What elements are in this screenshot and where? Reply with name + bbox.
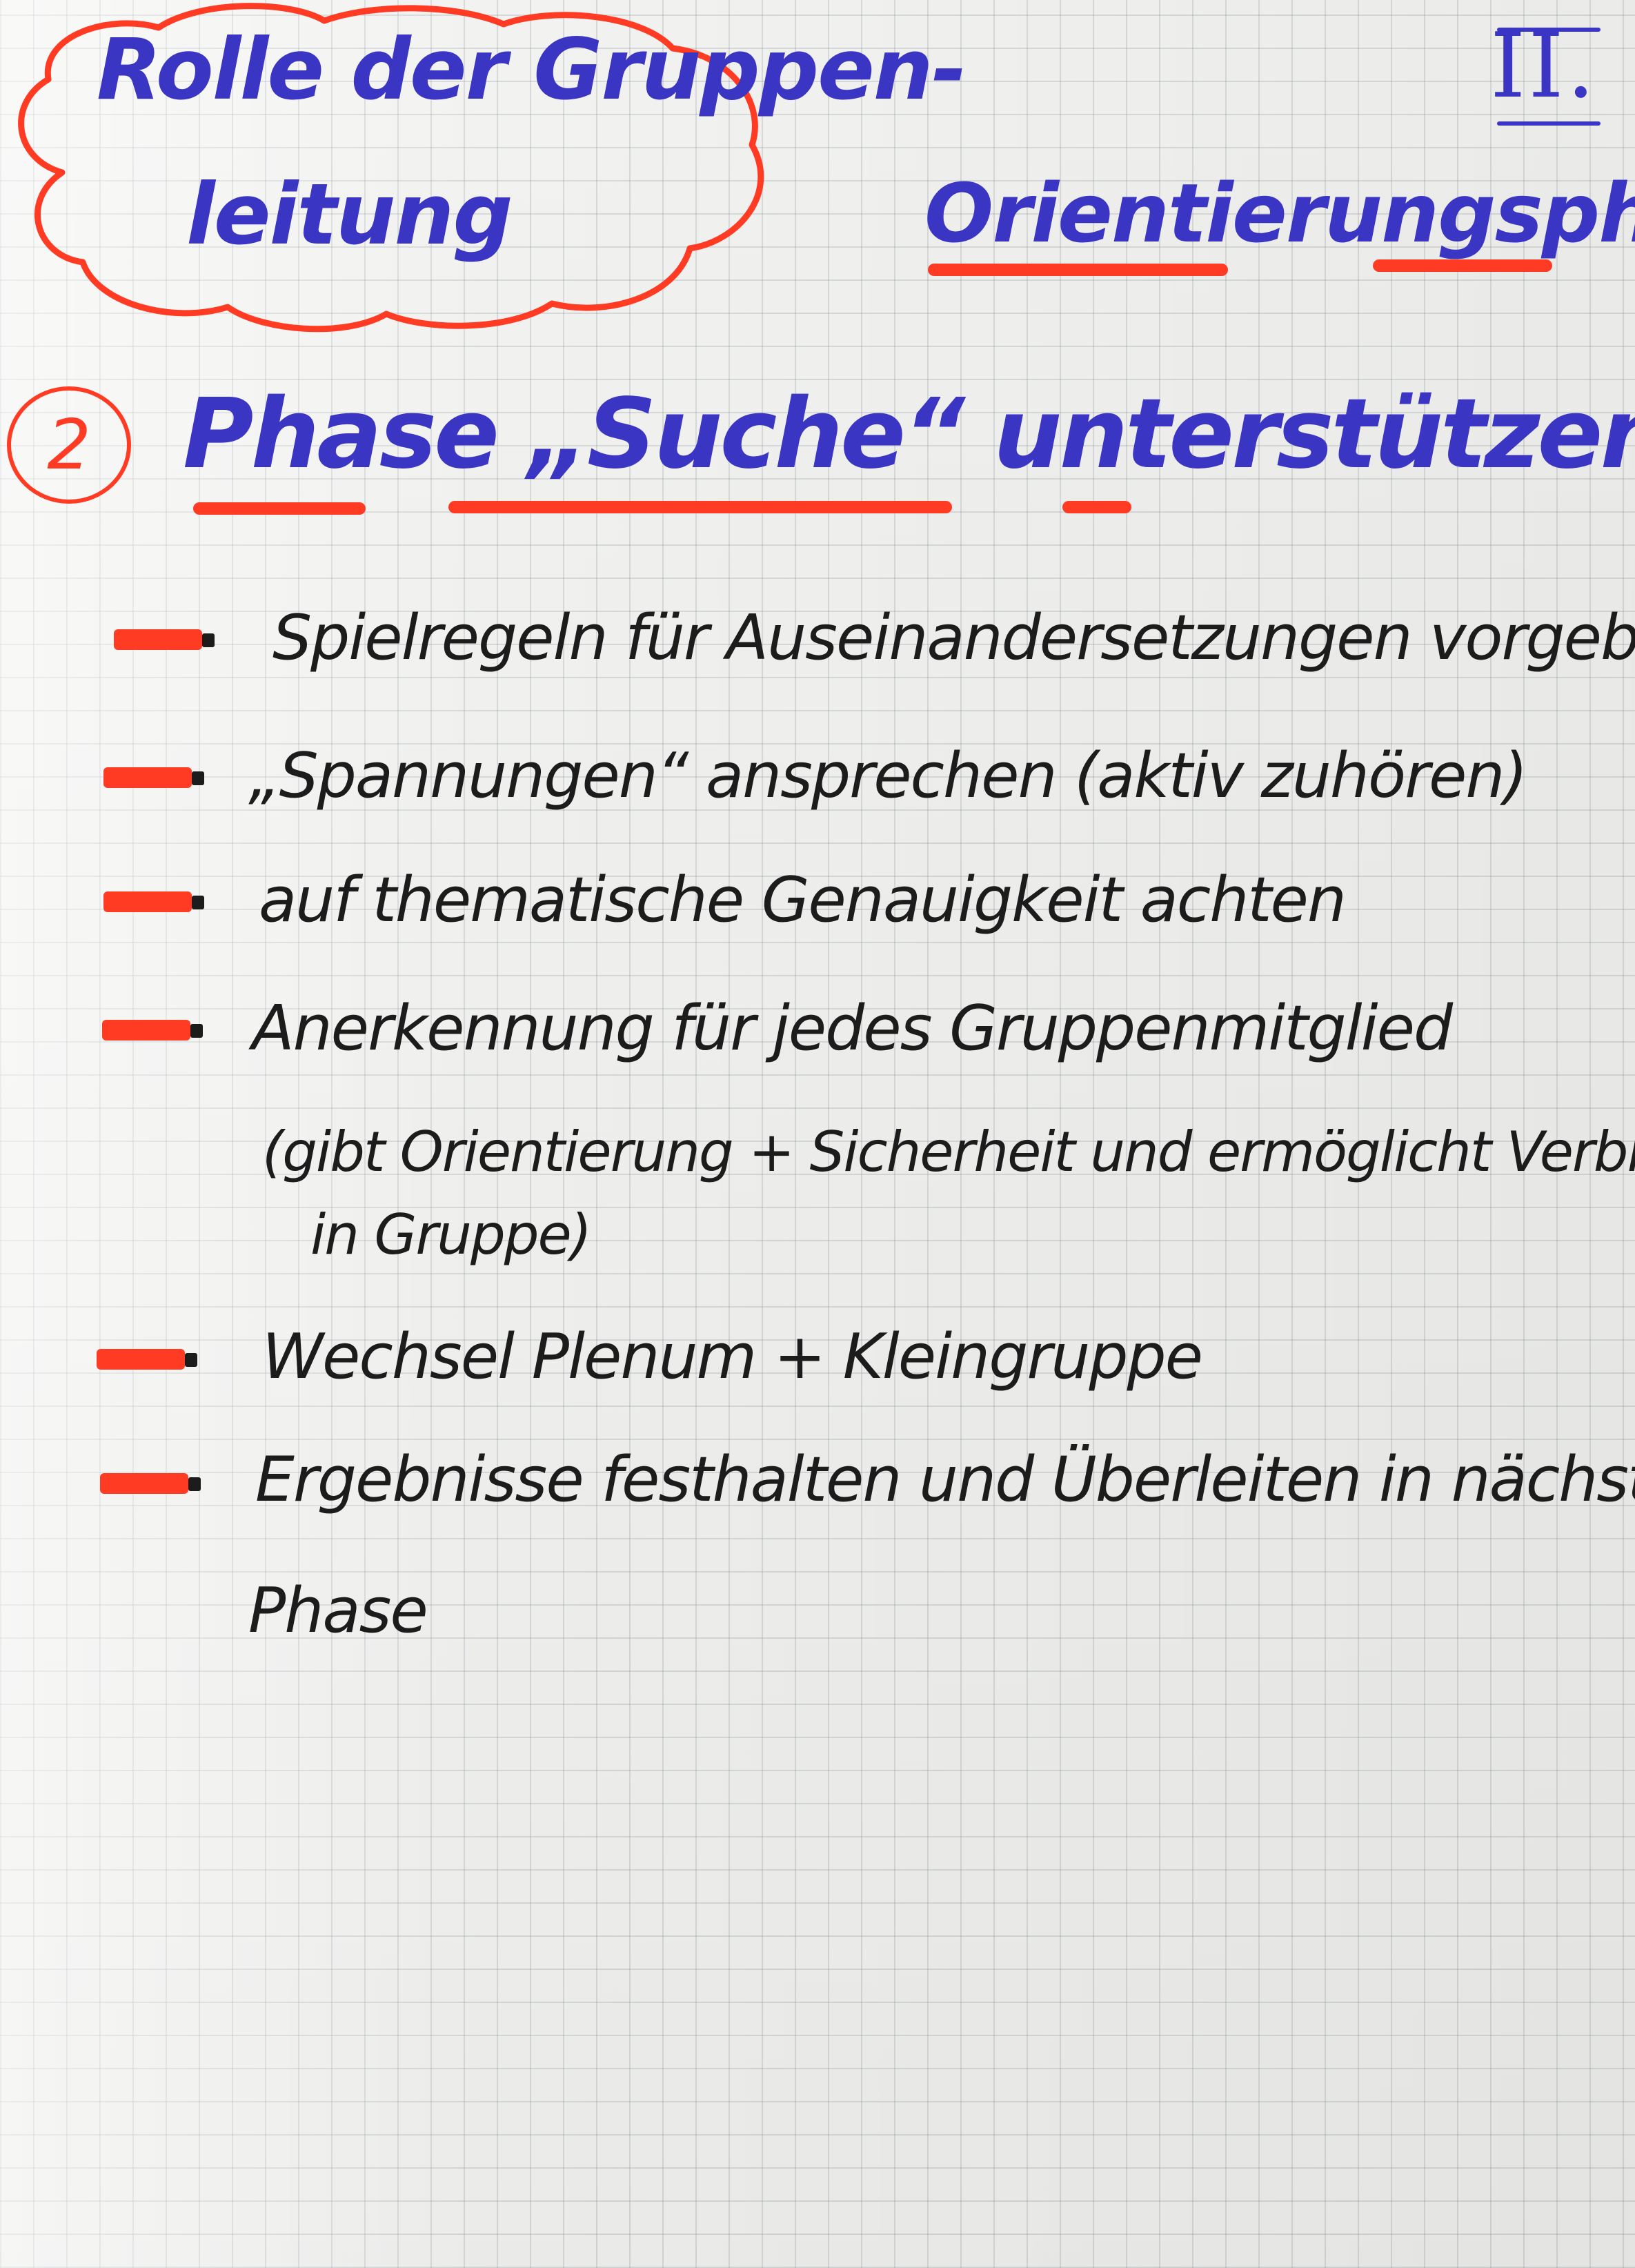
phase-name-underline-1 [928,264,1228,276]
roman-numeral-bottom-bar [1497,121,1601,126]
cloud-title-line2: leitung [186,166,513,264]
flipchart-sheet: Rolle der Gruppen- leitung II. Orientier… [0,0,1635,2268]
roman-numeral: II. [1490,13,1598,118]
list-item-1: Spielregeln für Auseinandersetzungen vor… [272,602,1635,674]
bullet-marker-2 [103,767,204,788]
section-heading: Phase „Suche“ unterstützen [183,378,1635,491]
bullet-marker-4 [102,1020,203,1041]
cloud-title-line1: Rolle der Gruppen- [97,21,967,119]
heading-underline-1 [193,502,366,515]
bullet-marker-1 [114,629,215,650]
phase-name-underline-2 [1373,259,1552,272]
heading-underline-2 [448,501,952,513]
list-item-4: Anerkennung für jedes Gruppenmitglied [252,992,1453,1065]
list-item-4-note-line2: in Gruppe) [310,1203,592,1267]
bullet-marker-5 [97,1349,197,1370]
list-item-3: auf thematische Genauigkeit achten [259,864,1347,936]
list-item-4-note-line1: (gibt Orientierung + Sicherheit und ermö… [262,1120,1635,1184]
heading-underline-3 [1062,501,1131,513]
list-item-2: „Spannungen“ ansprechen (aktiv zuhören) [248,740,1528,812]
step-number: 2 [47,404,91,485]
bullet-marker-3 [103,891,204,912]
list-item-5: Wechsel Plenum + Kleingruppe [262,1321,1203,1393]
phase-name: Orientierungsphase [924,166,1635,261]
list-item-6: Ergebnisse festhalten und Überleiten in … [255,1443,1635,1516]
list-item-6-line2: Phase [248,1575,428,1647]
bullet-marker-6 [100,1473,201,1494]
